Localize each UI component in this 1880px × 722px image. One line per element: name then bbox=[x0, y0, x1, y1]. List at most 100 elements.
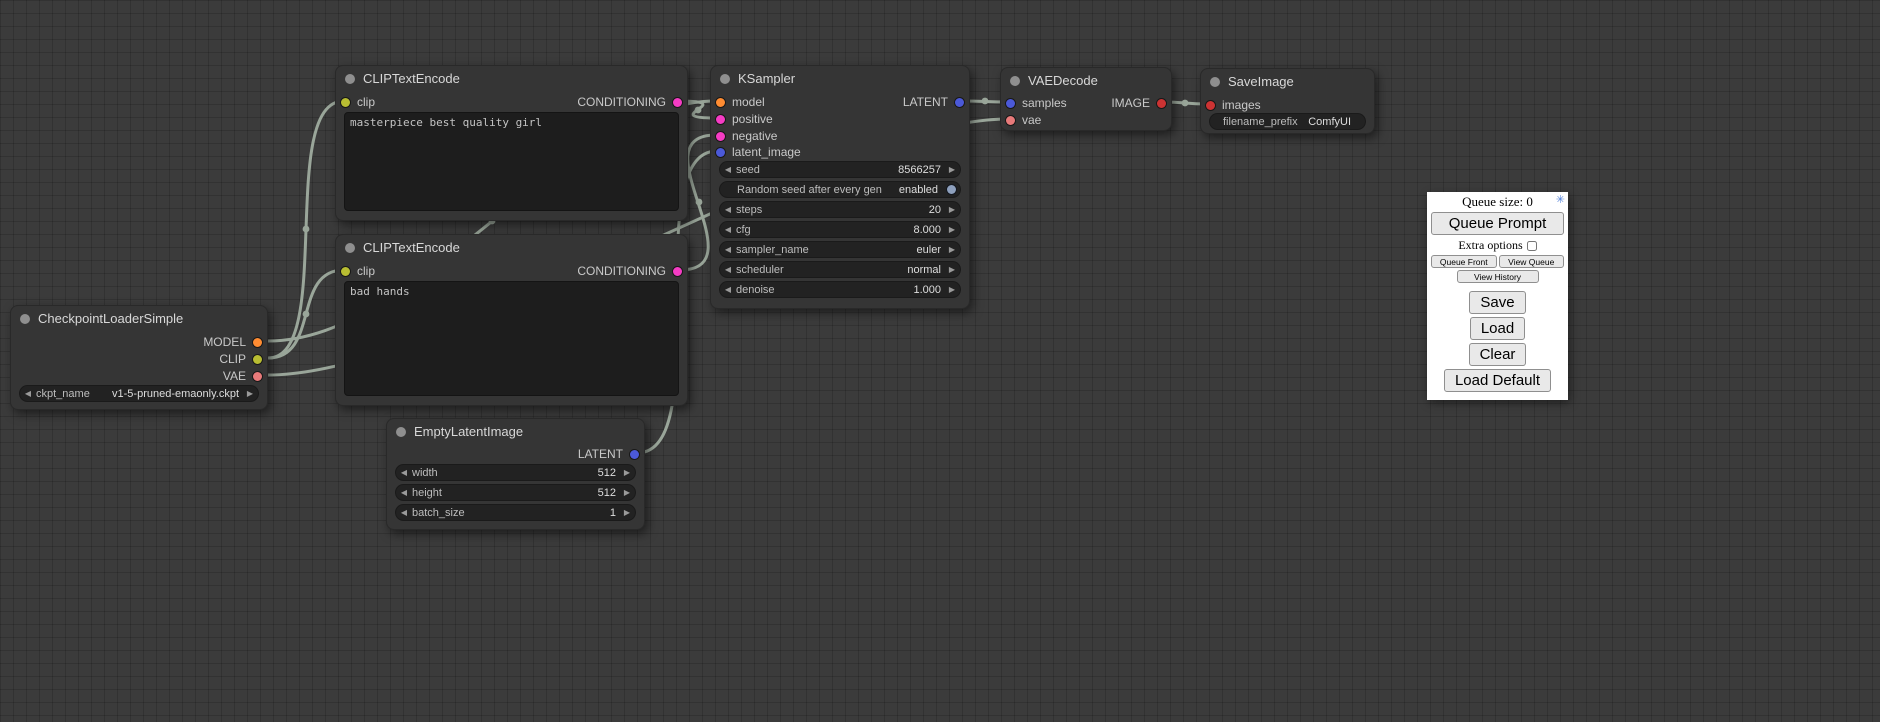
arrow-right-icon[interactable]: ▶ bbox=[944, 165, 960, 174]
latent-slot-dot[interactable] bbox=[716, 148, 725, 157]
node-titlebar[interactable]: CLIPTextEncode bbox=[336, 235, 687, 260]
node-titlebar[interactable]: KSampler bbox=[711, 66, 969, 91]
node-title: CLIPTextEncode bbox=[363, 240, 460, 255]
node-titlebar[interactable]: SaveImage bbox=[1201, 69, 1374, 94]
latent-slot-dot[interactable] bbox=[630, 450, 639, 459]
node-title: CheckpointLoaderSimple bbox=[38, 311, 183, 326]
arrow-left-icon[interactable]: ◀ bbox=[396, 468, 412, 477]
model-slot-dot[interactable] bbox=[253, 338, 262, 347]
node-clip-text-encode-positive[interactable]: CLIPTextEncode clip CONDITIONING masterp… bbox=[335, 65, 688, 221]
settings-icon[interactable]: ✳ bbox=[1556, 195, 1565, 206]
latent-slot-dot[interactable] bbox=[1006, 99, 1015, 108]
output-slot-conditioning: CONDITIONING bbox=[577, 263, 682, 279]
node-title: CLIPTextEncode bbox=[363, 71, 460, 86]
queue-front-button[interactable]: Queue Front bbox=[1431, 255, 1497, 268]
arrow-left-icon[interactable]: ◀ bbox=[720, 165, 736, 174]
steps-widget[interactable]: ◀ steps 20 ▶ bbox=[720, 202, 960, 217]
arrow-right-icon[interactable]: ▶ bbox=[944, 245, 960, 254]
conditioning-slot-dot[interactable] bbox=[716, 132, 725, 141]
arrow-right-icon[interactable]: ▶ bbox=[619, 468, 635, 477]
output-slot-model: MODEL bbox=[203, 334, 262, 350]
extra-options-checkbox[interactable] bbox=[1527, 241, 1537, 251]
node-collapse-icon[interactable] bbox=[1210, 77, 1220, 87]
batch-size-widget[interactable]: ◀ batch_size 1 ▶ bbox=[396, 505, 635, 520]
scheduler-widget[interactable]: ◀ scheduler normal ▶ bbox=[720, 262, 960, 277]
arrow-left-icon[interactable]: ◀ bbox=[720, 245, 736, 254]
toggle-on-icon[interactable] bbox=[947, 185, 956, 194]
vae-slot-dot[interactable] bbox=[1006, 116, 1015, 125]
input-slot-model: model bbox=[716, 94, 765, 110]
node-collapse-icon[interactable] bbox=[20, 314, 30, 324]
node-collapse-icon[interactable] bbox=[345, 74, 355, 84]
arrow-left-icon[interactable]: ◀ bbox=[396, 488, 412, 497]
node-empty-latent-image[interactable]: EmptyLatentImage LATENT ◀ width 512 ▶ ◀ … bbox=[386, 418, 645, 530]
node-titlebar[interactable]: VAEDecode bbox=[1001, 68, 1171, 93]
output-slot-conditioning: CONDITIONING bbox=[577, 94, 682, 110]
image-slot-dot[interactable] bbox=[1206, 101, 1215, 110]
arrow-right-icon[interactable]: ▶ bbox=[944, 225, 960, 234]
arrow-left-icon[interactable]: ◀ bbox=[720, 265, 736, 274]
arrow-left-icon[interactable]: ◀ bbox=[20, 389, 36, 398]
input-slot-latent-image: latent_image bbox=[716, 144, 801, 160]
cfg-widget[interactable]: ◀ cfg 8.000 ▶ bbox=[720, 222, 960, 237]
arrow-right-icon[interactable]: ▶ bbox=[619, 508, 635, 517]
node-titlebar[interactable]: CLIPTextEncode bbox=[336, 66, 687, 91]
node-collapse-icon[interactable] bbox=[720, 74, 730, 84]
arrow-right-icon[interactable]: ▶ bbox=[619, 488, 635, 497]
extra-options-row: Extra options bbox=[1431, 238, 1564, 253]
input-slot-positive: positive bbox=[716, 111, 773, 127]
node-titlebar[interactable]: CheckpointLoaderSimple bbox=[11, 306, 267, 331]
prompt-textarea[interactable]: bad hands bbox=[344, 281, 679, 396]
queue-buttons-row: Queue Front View Queue bbox=[1431, 255, 1564, 268]
node-checkpoint-loader-simple[interactable]: CheckpointLoaderSimple MODEL CLIP VAE ◀ … bbox=[10, 305, 268, 410]
model-slot-dot[interactable] bbox=[716, 98, 725, 107]
node-collapse-icon[interactable] bbox=[396, 427, 406, 437]
arrow-left-icon[interactable]: ◀ bbox=[720, 205, 736, 214]
arrow-right-icon[interactable]: ▶ bbox=[944, 285, 960, 294]
node-collapse-icon[interactable] bbox=[345, 243, 355, 253]
extra-options-label: Extra options bbox=[1458, 238, 1522, 253]
arrow-right-icon[interactable]: ▶ bbox=[944, 205, 960, 214]
arrow-right-icon[interactable]: ▶ bbox=[944, 265, 960, 274]
arrow-left-icon[interactable]: ◀ bbox=[720, 285, 736, 294]
height-widget[interactable]: ◀ height 512 ▶ bbox=[396, 485, 635, 500]
load-button[interactable]: Load bbox=[1470, 317, 1525, 340]
sampler-name-widget[interactable]: ◀ sampler_name euler ▶ bbox=[720, 242, 960, 257]
ckpt-name-widget[interactable]: ◀ ckpt_name v1-5-pruned-emaonly.ckpt ▶ bbox=[20, 386, 258, 401]
input-slot-samples: samples bbox=[1006, 95, 1067, 111]
save-button[interactable]: Save bbox=[1469, 291, 1525, 314]
node-collapse-icon[interactable] bbox=[1010, 76, 1020, 86]
latent-slot-dot[interactable] bbox=[955, 98, 964, 107]
node-titlebar[interactable]: EmptyLatentImage bbox=[387, 419, 644, 444]
width-widget[interactable]: ◀ width 512 ▶ bbox=[396, 465, 635, 480]
node-clip-text-encode-negative[interactable]: CLIPTextEncode clip CONDITIONING bad han… bbox=[335, 234, 688, 406]
clip-slot-dot[interactable] bbox=[341, 98, 350, 107]
arrow-left-icon[interactable]: ◀ bbox=[720, 225, 736, 234]
view-history-button[interactable]: View History bbox=[1457, 270, 1539, 283]
arrow-right-icon[interactable]: ▶ bbox=[242, 389, 258, 398]
workflow-canvas[interactable]: CheckpointLoaderSimple MODEL CLIP VAE ◀ … bbox=[0, 0, 1880, 722]
conditioning-slot-dot[interactable] bbox=[716, 115, 725, 124]
node-ksampler[interactable]: KSampler model positive negative latent_… bbox=[710, 65, 970, 309]
load-default-button[interactable]: Load Default bbox=[1444, 369, 1551, 392]
conditioning-slot-dot[interactable] bbox=[673, 98, 682, 107]
view-queue-button[interactable]: View Queue bbox=[1499, 255, 1565, 268]
image-slot-dot[interactable] bbox=[1157, 99, 1166, 108]
clear-button[interactable]: Clear bbox=[1469, 343, 1527, 366]
queue-prompt-button[interactable]: Queue Prompt bbox=[1431, 212, 1564, 235]
node-vae-decode[interactable]: VAEDecode samples vae IMAGE bbox=[1000, 67, 1172, 131]
clip-slot-dot[interactable] bbox=[341, 267, 350, 276]
filename-prefix-widget[interactable]: filename_prefix ComfyUI bbox=[1210, 114, 1365, 129]
seed-widget[interactable]: ◀ seed 8566257 ▶ bbox=[720, 162, 960, 177]
random-seed-toggle-widget[interactable]: Random seed after every gen enabled bbox=[720, 182, 960, 197]
input-slot-clip: clip bbox=[341, 94, 375, 110]
node-save-image[interactable]: SaveImage images filename_prefix ComfyUI bbox=[1200, 68, 1375, 134]
clip-slot-dot[interactable] bbox=[253, 355, 262, 364]
vae-slot-dot[interactable] bbox=[253, 372, 262, 381]
input-slot-clip: clip bbox=[341, 263, 375, 279]
conditioning-slot-dot[interactable] bbox=[673, 267, 682, 276]
arrow-left-icon[interactable]: ◀ bbox=[396, 508, 412, 517]
denoise-widget[interactable]: ◀ denoise 1.000 ▶ bbox=[720, 282, 960, 297]
output-slot-vae: VAE bbox=[223, 368, 262, 384]
prompt-textarea[interactable]: masterpiece best quality girl bbox=[344, 112, 679, 211]
